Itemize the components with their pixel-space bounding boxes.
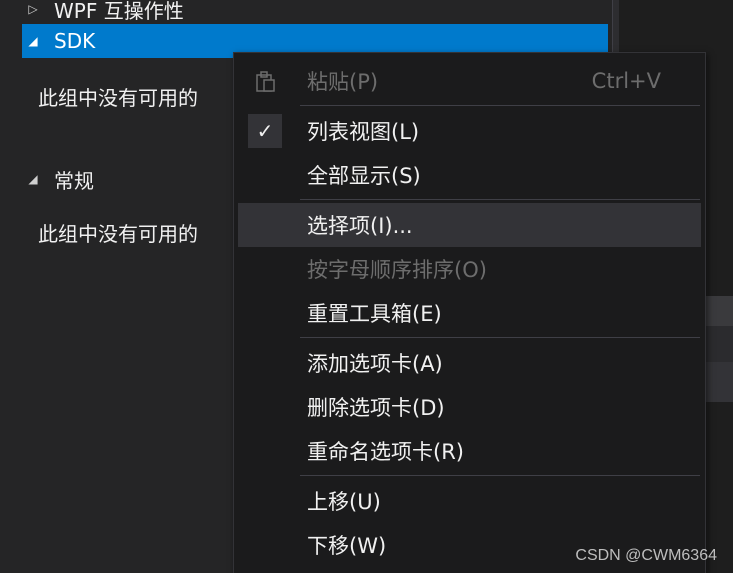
empty-group-message: 此组中没有可用的 [38,222,198,246]
expanded-arrow-icon: ◢ [28,34,38,48]
menu-item-label: 重置工具箱(E) [307,302,442,326]
collapsed-arrow-icon: ▷ [28,2,38,16]
menu-item-label: 列表视图(L) [307,120,420,144]
expanded-arrow-icon: ◢ [28,172,38,186]
menu-item-label: 选择项(I)... [307,214,413,238]
toolbox-group-wpf-interop[interactable]: ▷ WPF 互操作性 [22,0,608,26]
empty-group-message: 此组中没有可用的 [38,86,198,110]
menu-item-reset-toolbox[interactable]: 重置工具箱(E) [238,291,701,335]
menu-item-label: 粘贴(P) [307,70,379,94]
menu-item-label: 全部显示(S) [307,164,421,188]
menu-item-label: 下移(W) [307,534,387,558]
menu-item-label: 添加选项卡(A) [307,352,443,376]
menu-separator [300,337,700,338]
menu-item-add-tab[interactable]: 添加选项卡(A) [238,341,701,385]
watermark: CSDN @CWM6364 [575,547,717,564]
menu-item-label: 按字母顺序排序(O) [307,258,487,282]
ide-window: ▷ WPF 互操作性 ◢ SDK 此组中没有可用的 ◢ 常规 此组中没有可用的 [0,0,733,573]
menu-item-move-up[interactable]: 上移(U) [238,479,701,523]
menu-item-rename-tab[interactable]: 重命名选项卡(R) [238,429,701,473]
menu-item-label: 重命名选项卡(R) [307,440,464,464]
menu-item-delete-tab[interactable]: 删除选项卡(D) [238,385,701,429]
toolbox-group-label: SDK [54,29,96,53]
menu-item-label: 删除选项卡(D) [307,396,445,420]
menu-item-choose-items[interactable]: 选择项(I)... [238,203,701,247]
menu-item-paste[interactable]: 粘贴(P) Ctrl+V [238,59,701,103]
menu-item-shortcut: Ctrl+V [591,69,661,93]
context-menu: 粘贴(P) Ctrl+V ✓ 列表视图(L) 全部显示(S) 选择项(I)...… [233,52,706,573]
menu-item-sort-alphabetically[interactable]: 按字母顺序排序(O) [238,247,701,291]
menu-separator [300,105,700,106]
toolbox-group-label: 常规 [54,168,94,193]
paste-icon [248,64,282,98]
menu-separator [300,199,700,200]
menu-separator [300,475,700,476]
menu-item-show-all[interactable]: 全部显示(S) [238,153,701,197]
menu-item-label: 上移(U) [307,490,381,514]
check-icon: ✓ [248,114,282,148]
menu-item-list-view[interactable]: ✓ 列表视图(L) [238,109,701,153]
toolbox-group-label: WPF 互操作性 [54,0,184,23]
